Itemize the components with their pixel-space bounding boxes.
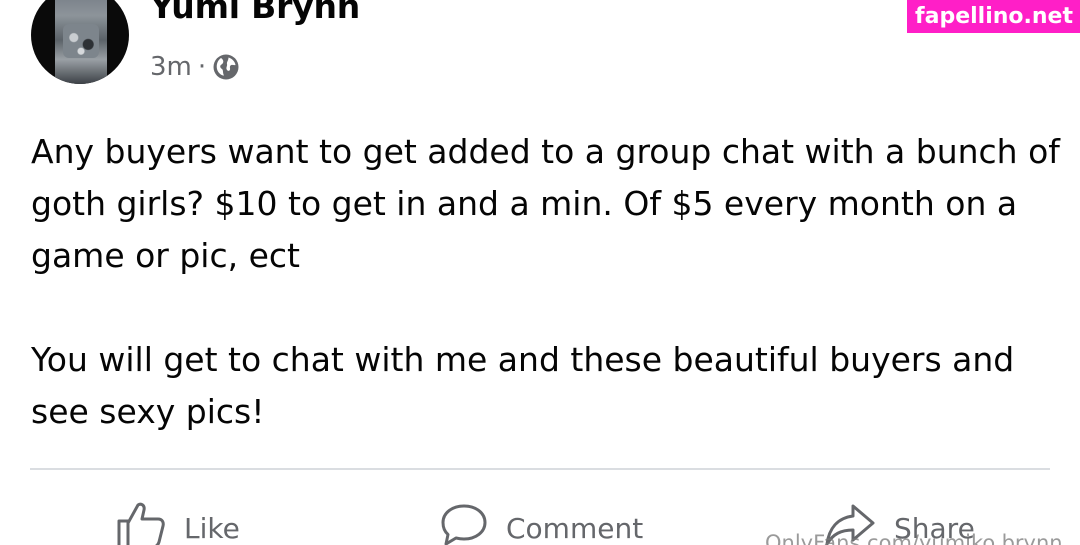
post-meta: 3m · [150, 49, 240, 85]
watermark-site: fapellino.net [907, 0, 1080, 33]
like-button[interactable]: Like [116, 498, 240, 545]
author-name[interactable]: Yumi Brynn [150, 0, 360, 26]
comment-button[interactable]: Comment [440, 498, 643, 545]
globe-icon [212, 53, 240, 81]
post-text: Any buyers want to get added to a group … [31, 132, 1060, 431]
avatar[interactable] [31, 0, 129, 84]
divider [30, 468, 1050, 470]
like-label: Like [184, 511, 240, 545]
thumbs-up-icon [116, 501, 166, 545]
avatar-photo [55, 0, 107, 84]
meta-separator: · [197, 52, 207, 82]
post-card: Yumi Brynn 3m · fapellino.net Any buyers… [0, 0, 1080, 545]
speech-bubble-icon [440, 502, 488, 545]
comment-label: Comment [506, 511, 644, 545]
watermark-profile: OnlyFans.com/yumiko.brynn [765, 531, 1063, 545]
post-timestamp[interactable]: 3m [150, 52, 192, 82]
